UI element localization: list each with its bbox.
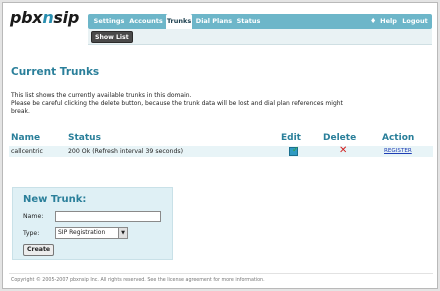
name-label: Name: xyxy=(23,213,44,220)
show-list-button[interactable]: Show List xyxy=(91,31,133,43)
type-label: Type: xyxy=(23,230,40,237)
footer-divider xyxy=(9,273,433,274)
column-header-action: Action xyxy=(382,133,415,143)
tab-settings[interactable]: Settings xyxy=(92,14,126,29)
trunk-name: callcentric xyxy=(11,148,43,155)
main-nav: Settings Accounts Trunks Dial Plans Stat… xyxy=(88,14,432,29)
sub-nav: Show List xyxy=(88,29,432,45)
tab-dial-plans[interactable]: Dial Plans xyxy=(195,14,233,29)
type-select-value: SIP Registration xyxy=(58,229,106,236)
footer: Copyright © 2005-2007 pbxnsip Inc. All r… xyxy=(11,278,265,283)
register-link[interactable]: REGISTER xyxy=(384,148,412,154)
description-line-3: break. xyxy=(11,108,30,115)
pbxnsip-logo: pbxnsip xyxy=(10,8,79,27)
name-input[interactable] xyxy=(55,211,161,222)
page-title: Current Trunks xyxy=(11,66,100,78)
new-trunk-panel: New Trunk: Name: Type: SIP Registration … xyxy=(12,187,173,260)
delete-icon[interactable]: ✕ xyxy=(339,145,347,156)
logout-link[interactable]: Logout xyxy=(402,14,428,29)
header: pbxnsip Settings Accounts Trunks Dial Pl… xyxy=(3,3,437,47)
column-header-edit: Edit xyxy=(281,133,301,143)
edit-icon[interactable]: ✓ xyxy=(289,145,299,156)
chevron-down-icon: ▼ xyxy=(118,228,127,238)
diamond-arrow-icon[interactable]: ♦ xyxy=(370,14,376,29)
column-header-name: Name xyxy=(11,133,41,143)
column-header-delete: Delete xyxy=(323,133,357,143)
column-header-status: Status xyxy=(68,133,101,143)
tab-accounts[interactable]: Accounts xyxy=(129,14,163,29)
app-window: pbxnsip Settings Accounts Trunks Dial Pl… xyxy=(2,2,438,289)
create-button[interactable]: Create xyxy=(23,244,55,256)
tab-trunks[interactable]: Trunks xyxy=(166,14,192,29)
description-line-1: This list shows the currently available … xyxy=(11,92,192,99)
description-line-2: Please be careful clicking the delete bu… xyxy=(11,100,343,107)
help-link[interactable]: Help xyxy=(379,14,398,29)
trunk-status: 200 Ok (Refresh interval 39 seconds) xyxy=(68,148,184,155)
tab-status[interactable]: Status xyxy=(236,14,261,29)
new-trunk-title: New Trunk: xyxy=(23,194,87,205)
type-select[interactable]: SIP Registration ▼ xyxy=(55,227,128,239)
